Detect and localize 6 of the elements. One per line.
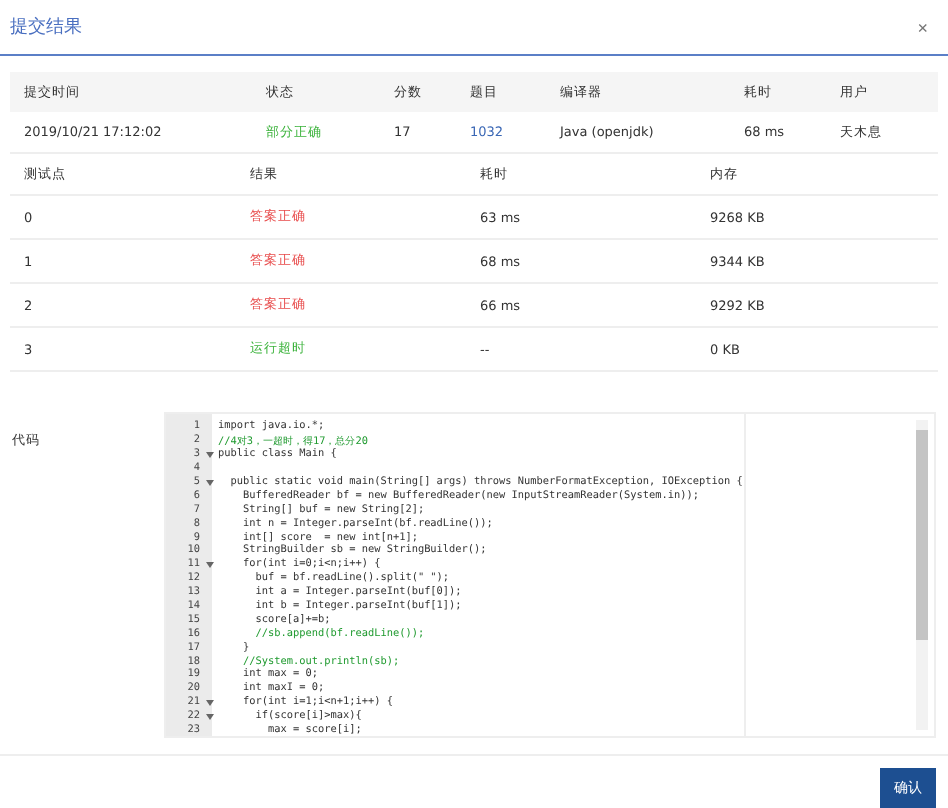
fold-icon[interactable] bbox=[205, 451, 213, 458]
fold-icon[interactable] bbox=[205, 479, 213, 485]
dialog-title: 提交结果 bbox=[10, 15, 82, 40]
fold-icon[interactable] bbox=[205, 561, 213, 568]
close-button[interactable]: × bbox=[913, 17, 932, 37]
scrollbar[interactable] bbox=[916, 420, 928, 730]
